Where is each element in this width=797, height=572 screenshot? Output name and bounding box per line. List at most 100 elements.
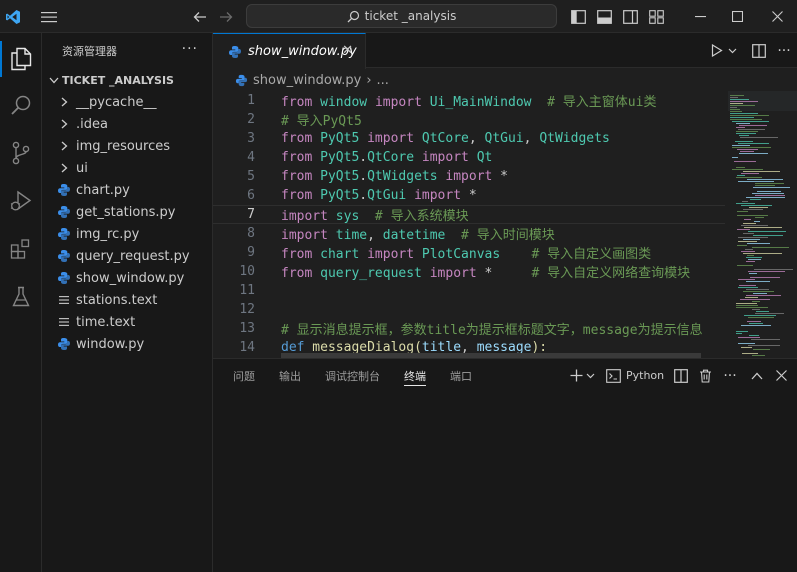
tab-output[interactable]: 输出 <box>279 359 301 392</box>
code-comment: # 导入系统模块 <box>359 209 469 224</box>
code-token: from <box>281 266 313 281</box>
back-arrow-icon[interactable] <box>190 0 210 33</box>
file-item-get-stations-py[interactable]: get_stations.py <box>42 201 212 223</box>
tree-item-label: chart.py <box>76 182 130 198</box>
sidebar-more-actions[interactable]: ··· <box>182 41 198 57</box>
split-terminal-icon[interactable] <box>671 359 691 392</box>
tab-problems[interactable]: 问题 <box>233 359 255 392</box>
file-item-query-request-py[interactable]: query_request.py <box>42 245 212 267</box>
line-number: 5 <box>247 169 255 184</box>
close-panel-icon[interactable] <box>771 359 791 392</box>
code-token: Ui_MainWindow <box>421 95 532 110</box>
search-icon <box>347 10 359 22</box>
line-number: 6 <box>247 188 255 203</box>
sidebar-title: 资源管理器 <box>62 45 117 58</box>
toggle-sidebar-icon[interactable] <box>568 0 588 33</box>
breadcrumb-symbols[interactable]: ... <box>377 73 389 88</box>
terminal-area[interactable] <box>213 392 797 572</box>
breadcrumb-file[interactable]: show_window.py <box>253 73 361 88</box>
code-comment: # 显示消息提示框，参数title为提示框标题文字，message为提示信息 <box>281 323 703 338</box>
code-token: import <box>374 95 422 110</box>
file-item-stations-text[interactable]: stations.text <box>42 289 212 311</box>
code-token: QtGui <box>367 188 407 203</box>
line-number: 13 <box>239 321 255 336</box>
toggle-secondary-sidebar-icon[interactable] <box>620 0 640 33</box>
python-file-icon <box>227 44 243 60</box>
file-item-show-window-py[interactable]: show_window.py <box>42 267 212 289</box>
code-token: time <box>327 228 368 243</box>
code-editor[interactable]: 1 from window import Ui_MainWindow # 导入主… <box>213 91 725 358</box>
forward-arrow-icon[interactable] <box>216 0 236 33</box>
breadcrumb-separator-icon: › <box>366 72 372 88</box>
folder-item-img-resources[interactable]: img_resources <box>42 135 212 157</box>
folder-item-ui[interactable]: ui <box>42 157 212 179</box>
minimap[interactable] <box>728 91 797 358</box>
workspace-root-folder[interactable]: TICKET _ANALYSIS <box>42 69 212 91</box>
file-item-chart-py[interactable]: chart.py <box>42 179 212 201</box>
line-number: 9 <box>247 245 255 260</box>
explorer-icon[interactable] <box>0 37 42 81</box>
panel-more-actions-icon[interactable]: ··· <box>719 359 741 392</box>
python-file-icon <box>56 336 72 352</box>
toggle-panel-icon[interactable] <box>594 0 614 33</box>
minimize-window-icon[interactable] <box>683 0 717 33</box>
explorer-sidebar: 资源管理器 ··· TICKET _ANALYSIS __pycache__ .i… <box>42 33 213 572</box>
workspace-root-label: TICKET _ANALYSIS <box>62 73 174 87</box>
testing-flask-icon[interactable] <box>0 275 42 319</box>
code-token: . <box>359 169 368 184</box>
tree-item-label: get_stations.py <box>76 204 176 220</box>
extensions-icon[interactable] <box>0 227 42 271</box>
line-number: 11 <box>239 283 255 298</box>
code-token: PyQt5 <box>312 131 368 146</box>
close-window-icon[interactable] <box>760 0 794 33</box>
vscode-logo-icon[interactable] <box>0 0 26 33</box>
tree-item-label: __pycache__ <box>76 94 157 110</box>
tab-ports[interactable]: 端口 <box>450 359 472 392</box>
tab-close-icon[interactable]: ✕ <box>342 43 353 58</box>
tab-label: show_window.py <box>248 44 357 59</box>
new-terminal-button[interactable] <box>567 359 597 392</box>
code-token: import <box>437 169 493 184</box>
title-bar: ticket _analysis <box>0 0 797 33</box>
code-line: 10 from query_request import * # 导入自定义网络… <box>213 262 725 281</box>
python-file-icon <box>56 226 72 242</box>
search-icon[interactable] <box>0 83 42 127</box>
menu-hamburger-icon[interactable] <box>38 0 60 33</box>
python-file-icon <box>56 182 72 198</box>
code-line: 4 from PyQt5.QtCore import Qt <box>213 148 725 167</box>
folder-item-pycache[interactable]: __pycache__ <box>42 91 212 113</box>
code-line-current: 7 import sys # 导入系统模块 <box>213 205 725 224</box>
plus-icon <box>570 369 582 382</box>
folder-item-idea[interactable]: .idea <box>42 113 212 135</box>
code-token: import <box>281 209 328 224</box>
code-token: import <box>429 266 477 281</box>
command-center-search[interactable]: ticket _analysis <box>246 4 557 28</box>
tab-debug-console[interactable]: 调试控制台 <box>325 359 380 392</box>
code-token: PyQt5 <box>312 188 360 203</box>
tab-show-window-py[interactable]: show_window.py ✕ <box>213 33 366 69</box>
terminal-selector[interactable]: Python <box>606 359 666 392</box>
tab-terminal[interactable]: 终端 <box>404 359 426 392</box>
customize-layout-icon[interactable] <box>646 0 666 33</box>
code-token: datetime <box>382 228 446 243</box>
tree-item-label: show_window.py <box>76 270 185 286</box>
line-number: 3 <box>247 131 255 146</box>
code-token: * <box>461 188 477 203</box>
code-line: 6 from PyQt5.QtGui import * <box>213 186 725 205</box>
file-item-img-rc-py[interactable]: img_rc.py <box>42 223 212 245</box>
file-item-time-text[interactable]: time.text <box>42 311 212 333</box>
chevron-right-icon <box>56 163 72 173</box>
code-token: . <box>359 150 368 165</box>
code-token: import <box>367 131 415 146</box>
run-python-file-button[interactable] <box>709 33 739 68</box>
maximize-panel-icon[interactable] <box>747 359 767 392</box>
trash-icon[interactable] <box>695 359 715 392</box>
python-file-icon <box>233 72 249 88</box>
run-and-debug-icon[interactable] <box>0 179 42 223</box>
file-item-window-py[interactable]: window.py <box>42 333 212 355</box>
source-control-icon[interactable] <box>0 131 42 175</box>
editor-more-actions-icon[interactable]: ··· <box>773 33 795 68</box>
split-editor-icon[interactable] <box>748 33 770 68</box>
code-token: import <box>281 228 328 243</box>
maximize-window-icon[interactable] <box>720 0 754 33</box>
